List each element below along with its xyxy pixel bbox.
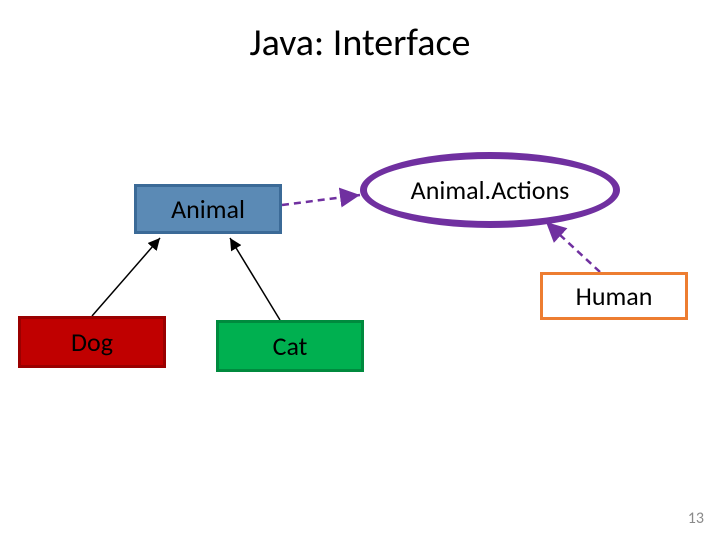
- node-animal: Animal: [134, 184, 282, 234]
- page-number: 13: [688, 509, 704, 528]
- node-cat: Cat: [216, 320, 364, 372]
- node-animal-actions: Animal.Actions: [360, 152, 620, 228]
- slide-title: Java: Interface: [0, 20, 720, 66]
- node-human: Human: [540, 272, 688, 320]
- node-dog: Dog: [18, 316, 166, 368]
- connector-lines: [0, 0, 720, 540]
